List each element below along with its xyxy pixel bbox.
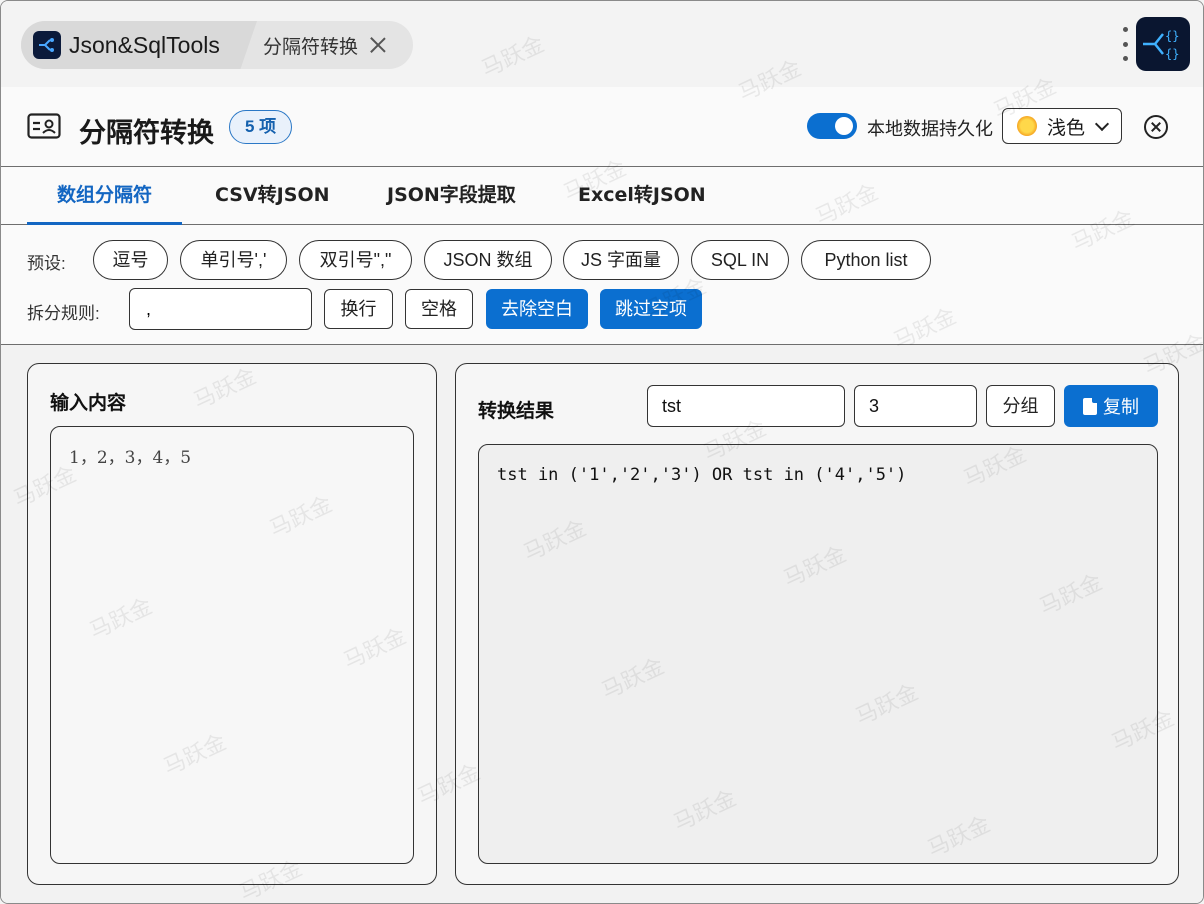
count-badge: 5 项 bbox=[229, 110, 293, 144]
close-icon[interactable] bbox=[368, 35, 388, 55]
options-toolbar: 预设: 逗号 单引号',' 双引号"," JSON 数组 JS 字面量 SQL … bbox=[1, 225, 1203, 345]
title-bar: Json&SqlTools 分隔符转换 {} {} bbox=[1, 1, 1203, 87]
tool-tab-label: 分隔符转换 bbox=[263, 36, 359, 58]
tab-csv-to-json[interactable]: CSV转JSON bbox=[215, 167, 330, 225]
close-circle-icon[interactable] bbox=[1144, 115, 1168, 139]
split-rule-label: 拆分规则: bbox=[27, 304, 100, 323]
id-card-icon bbox=[27, 113, 61, 139]
app-window: Json&SqlTools 分隔符转换 {} {} 分隔符转换 5 项 本地数据… bbox=[0, 0, 1204, 904]
theme-select[interactable]: 浅色 bbox=[1002, 108, 1122, 144]
space-button[interactable]: 空格 bbox=[405, 289, 473, 329]
window-tab-strip: Json&SqlTools 分隔符转换 bbox=[21, 21, 413, 69]
result-panel: 转换结果 tst 3 分组 复制 tst in ('1','2','3') OR… bbox=[455, 363, 1179, 885]
group-button[interactable]: 分组 bbox=[986, 385, 1055, 427]
app-logo-icon bbox=[33, 31, 61, 59]
field-name-input[interactable]: tst bbox=[647, 385, 845, 427]
skip-empty-button[interactable]: 跳过空项 bbox=[600, 289, 702, 329]
result-output[interactable]: tst in ('1','2','3') OR tst in ('4','5') bbox=[478, 444, 1158, 864]
preset-js-literal[interactable]: JS 字面量 bbox=[563, 240, 679, 280]
sun-icon bbox=[1017, 116, 1037, 136]
tool-tabs: 数组分隔符 CSV转JSON JSON字段提取 Excel转JSON bbox=[1, 167, 1203, 225]
input-panel: 输入内容 1，2，3，4，5 bbox=[27, 363, 437, 885]
preset-python-list[interactable]: Python list bbox=[801, 240, 931, 280]
input-panel-title: 输入内容 bbox=[50, 392, 127, 414]
persist-label: 本地数据持久化 bbox=[867, 119, 993, 139]
tab-json-field-extract[interactable]: JSON字段提取 bbox=[387, 167, 516, 225]
svg-text:{}: {} bbox=[1165, 47, 1179, 61]
more-options-icon[interactable] bbox=[1121, 27, 1129, 61]
chevron-down-icon bbox=[1094, 116, 1110, 131]
window-tab-tool[interactable]: 分隔符转换 bbox=[263, 21, 388, 69]
tab-excel-to-json[interactable]: Excel转JSON bbox=[578, 167, 706, 225]
theme-value: 浅色 bbox=[1047, 117, 1086, 139]
preset-comma[interactable]: 逗号 bbox=[93, 240, 168, 280]
preset-double-quote[interactable]: 双引号"," bbox=[299, 240, 412, 280]
result-panel-title: 转换结果 bbox=[478, 400, 555, 422]
app-tab-label: Json&SqlTools bbox=[69, 31, 220, 58]
copy-button[interactable]: 复制 bbox=[1064, 385, 1158, 427]
copy-button-label: 复制 bbox=[1103, 397, 1139, 417]
split-rule-input[interactable] bbox=[129, 288, 312, 330]
content-area: 输入内容 1，2，3，4，5 转换结果 tst 3 分组 复制 tst in (… bbox=[1, 345, 1203, 903]
tab-array-separator[interactable]: 数组分隔符 bbox=[26, 167, 183, 225]
presets-label: 预设: bbox=[27, 254, 66, 273]
newline-button[interactable]: 换行 bbox=[324, 289, 393, 329]
group-size-input[interactable]: 3 bbox=[854, 385, 977, 427]
page-header: 分隔符转换 5 项 本地数据持久化 浅色 bbox=[1, 87, 1203, 167]
input-textarea[interactable]: 1，2，3，4，5 bbox=[50, 426, 414, 864]
copy-icon bbox=[1083, 397, 1097, 415]
page-title: 分隔符转换 bbox=[79, 118, 214, 149]
preset-single-quote[interactable]: 单引号',' bbox=[180, 240, 287, 280]
persist-toggle[interactable] bbox=[807, 113, 857, 139]
svg-text:{}: {} bbox=[1165, 29, 1179, 43]
preset-json-array[interactable]: JSON 数组 bbox=[424, 240, 552, 280]
preset-sql-in[interactable]: SQL IN bbox=[691, 240, 789, 280]
window-tab-app[interactable]: Json&SqlTools bbox=[21, 21, 257, 69]
trim-whitespace-button[interactable]: 去除空白 bbox=[486, 289, 588, 329]
app-brand-icon: {} {} bbox=[1136, 17, 1190, 71]
